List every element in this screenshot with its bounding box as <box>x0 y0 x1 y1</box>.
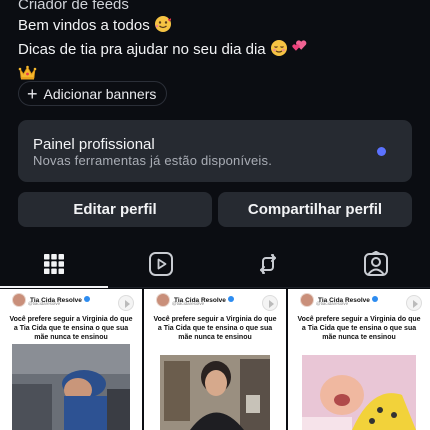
bio-line-welcome: Bem vindos a todos <box>18 15 418 39</box>
post-thumbnail[interactable]: Tia Cida Resolve @tiacidaresolve Você pr… <box>288 289 430 430</box>
post-caption: Você prefere seguir a Virginia do que a … <box>153 316 277 341</box>
post-account-handle: @tiacidaresolve <box>172 301 205 306</box>
post-photo <box>302 355 416 430</box>
professional-dashboard-subtitle: Novas ferramentas já estão disponíveis. <box>33 153 273 168</box>
plus-icon: + <box>27 83 38 104</box>
bio-line-category: Criador de feeds <box>18 0 129 13</box>
reels-badge-icon <box>262 295 278 311</box>
profile-bio: Criador de feeds Bem vindos a todos Dica… <box>18 0 418 87</box>
post-thumbnail[interactable]: Tia Cida Resolve @tiacidaresolve Você pr… <box>0 289 142 430</box>
post-caption: Você prefere seguir a Virginia do que a … <box>297 316 421 341</box>
tab-reposts[interactable] <box>214 245 322 287</box>
post-thumbnail[interactable]: Tia Cida Resolve @tiacidaresolve Você pr… <box>144 289 286 430</box>
verified-badge-icon <box>227 296 234 302</box>
smiling-hearts-emoji-icon <box>154 15 172 39</box>
professional-dashboard-title: Painel profissional <box>33 136 155 153</box>
post-account-handle: @tiacidaresolve <box>28 301 61 306</box>
avatar <box>156 293 170 307</box>
reels-icon <box>148 251 174 282</box>
avatar <box>300 293 314 307</box>
posts-grid: Tia Cida Resolve @tiacidaresolve Você pr… <box>0 289 430 430</box>
tab-tagged[interactable] <box>322 245 430 287</box>
share-profile-button[interactable]: Compartilhar perfil <box>218 192 412 227</box>
post-photo <box>160 355 270 430</box>
grid-icon <box>43 253 65 280</box>
tagged-icon <box>363 250 389 282</box>
professional-dashboard-card[interactable]: Painel profissional Novas ferramentas já… <box>18 120 412 182</box>
post-photo <box>12 344 130 430</box>
reels-badge-icon <box>406 295 422 311</box>
verified-badge-icon <box>371 296 378 302</box>
active-tab-indicator <box>0 286 108 288</box>
tab-reels[interactable] <box>107 245 215 287</box>
post-caption: Você prefere seguir a Virginia do que a … <box>9 316 133 341</box>
avatar <box>12 293 26 307</box>
edit-profile-button[interactable]: Editar perfil <box>18 192 212 227</box>
two-hearts-emoji-icon <box>292 39 310 63</box>
reposts-icon <box>256 252 280 281</box>
bio-line-tips: Dicas de tia pra ajudar no seu dia dia <box>18 39 418 63</box>
reels-badge-icon <box>118 295 134 311</box>
notification-dot-icon <box>377 147 386 156</box>
add-banners-button[interactable]: + Adicionar banners <box>18 81 168 106</box>
profile-tabs <box>0 245 430 287</box>
post-account-handle: @tiacidaresolve <box>316 301 349 306</box>
verified-badge-icon <box>83 296 90 302</box>
tab-posts-grid[interactable] <box>0 245 108 287</box>
relieved-face-emoji-icon <box>270 39 288 63</box>
add-banners-label: Adicionar banners <box>43 85 157 102</box>
